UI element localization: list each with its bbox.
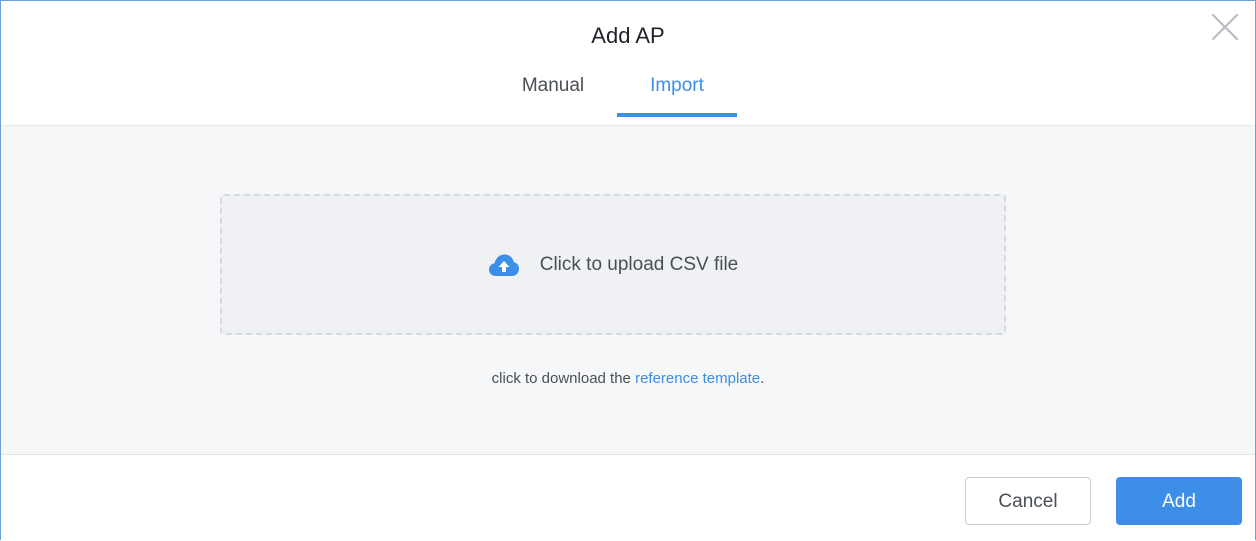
tab-bar: Manual Import <box>1 71 1255 119</box>
tab-import[interactable]: Import <box>617 71 737 117</box>
cancel-button[interactable]: Cancel <box>965 477 1091 525</box>
dialog-title: Add AP <box>591 23 665 48</box>
dialog-header: Add AP Manual Import <box>1 1 1255 126</box>
add-ap-dialog: Add AP Manual Import Click to upload CSV… <box>0 0 1256 541</box>
reference-template-link[interactable]: reference template <box>635 370 760 387</box>
template-hint: click to download the reference template… <box>1 370 1255 387</box>
dialog-body: Click to upload CSV file click to downlo… <box>1 126 1255 455</box>
close-icon <box>1211 13 1239 41</box>
upload-label: Click to upload CSV file <box>539 253 739 275</box>
csv-upload-dropzone[interactable]: Click to upload CSV file <box>220 194 1006 335</box>
template-hint-suffix: . <box>760 370 765 387</box>
dialog-footer: Cancel Add <box>1 455 1255 541</box>
add-button[interactable]: Add <box>1116 477 1242 525</box>
cloud-upload-icon <box>488 254 519 276</box>
upload-content: Click to upload CSV file <box>222 196 1004 333</box>
active-tab-indicator <box>617 113 737 117</box>
tab-manual[interactable]: Manual <box>503 71 603 117</box>
template-hint-prefix: click to download the <box>491 370 636 387</box>
close-button[interactable] <box>1209 11 1241 43</box>
